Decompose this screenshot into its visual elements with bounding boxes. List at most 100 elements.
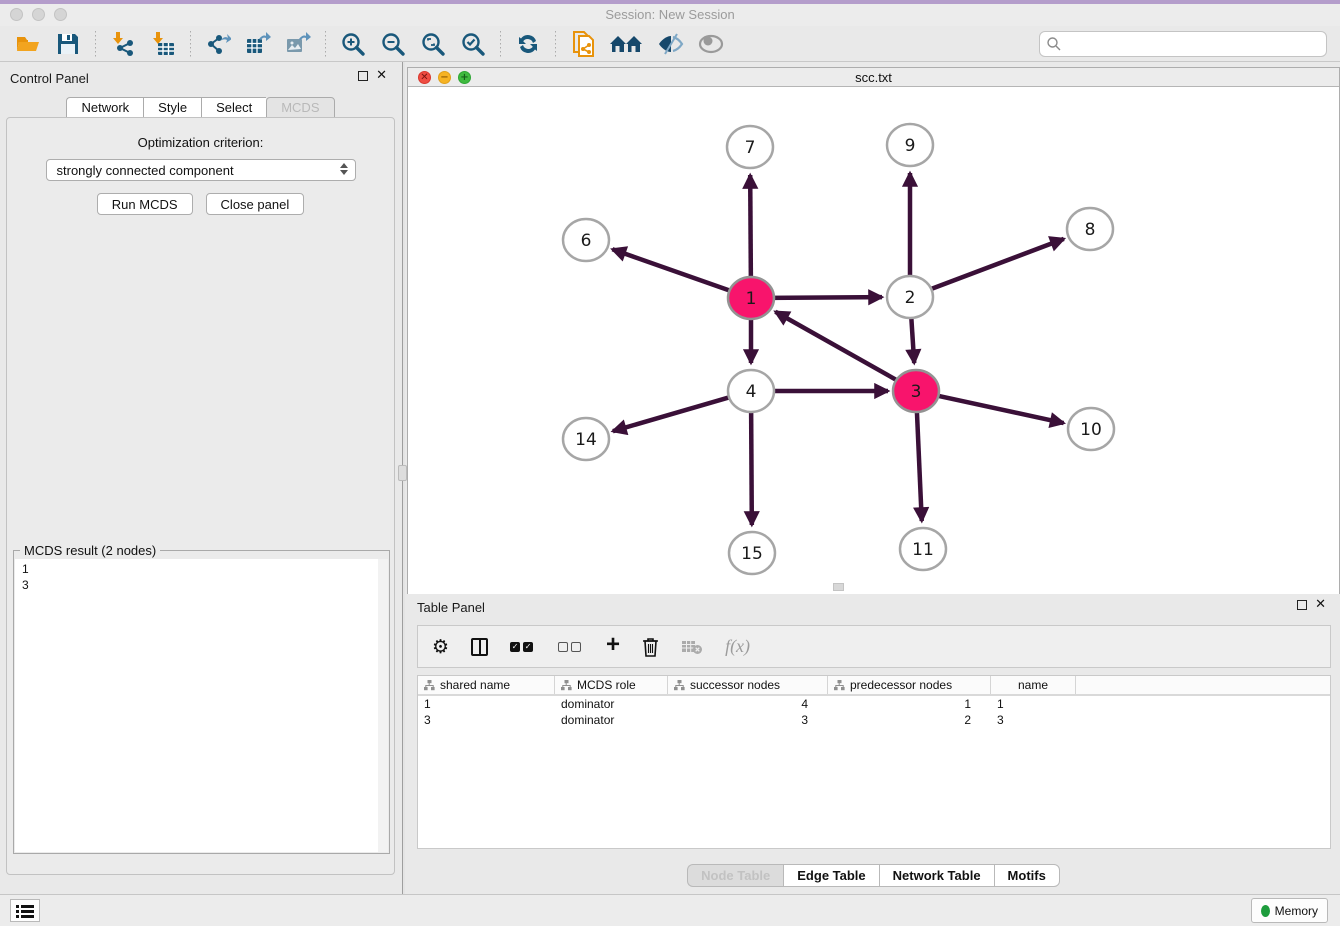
toolbar-separator [555,31,556,57]
table-panel-title: Table Panel [417,600,485,615]
delete-column-icon[interactable] [642,637,659,657]
tab-mcds[interactable]: MCDS [266,97,334,118]
node-table[interactable]: shared name MCDS role successor nodes pr… [417,675,1331,849]
select-stepper-icon [340,163,348,175]
mcds-result-title: MCDS result (2 nodes) [20,543,160,558]
zoom-out-icon[interactable] [378,30,408,58]
column-type-icon [834,680,845,691]
open-session-icon[interactable] [13,30,43,58]
zoom-in-icon[interactable] [338,30,368,58]
result-scrollbar[interactable] [378,559,388,852]
add-column-icon[interactable]: + [606,631,620,659]
tab-node-table[interactable]: Node Table [687,864,783,887]
column-type-icon [424,680,435,691]
graph-node-label: 14 [575,430,597,450]
table-panel: Table Panel ✕ ⚙ ✓✓ + f(x) shared name [407,594,1340,894]
graph-node-label: 4 [746,382,757,402]
graph-edge-3-11[interactable] [917,410,922,521]
graph-node-label: 9 [905,136,916,156]
graph-node-label: 1 [746,289,757,309]
table-header-row: shared name MCDS role successor nodes pr… [418,676,1330,696]
mcds-result-text[interactable]: 1 3 [15,559,378,852]
hide-selected-eye-icon[interactable] [656,30,686,58]
zoom-selected-icon[interactable] [458,30,488,58]
criterion-value: strongly connected component [47,163,234,178]
show-columns-icon[interactable] [471,638,488,656]
mcds-panel: Optimization criterion: strongly connect… [6,117,395,875]
network-table-splitter-handle[interactable] [833,583,844,591]
graph-edge-2-3[interactable] [911,316,914,363]
graph-node-label: 15 [741,544,763,564]
search-box[interactable] [1039,31,1327,57]
select-all-icon[interactable]: ✓✓ [510,642,536,652]
home-layout-icon[interactable] [608,30,646,58]
criterion-select[interactable]: strongly connected component [46,159,356,181]
export-table-icon[interactable] [243,30,273,58]
network-graph[interactable]: 7968124314101511 [408,87,1339,589]
mcds-result-group: MCDS result (2 nodes) 1 3 [13,550,390,854]
table-toolbar: ⚙ ✓✓ + f(x) [417,625,1331,668]
close-panel-icon[interactable]: ✕ [1315,600,1326,610]
column-header[interactable]: name [991,676,1076,694]
graph-edge-1-2[interactable] [770,297,882,298]
tab-style[interactable]: Style [143,97,201,118]
export-network-icon[interactable] [203,30,233,58]
graph-node-label: 2 [905,288,916,308]
search-input[interactable] [1062,37,1312,52]
delete-table-icon[interactable] [681,639,703,655]
column-header[interactable]: successor nodes [668,676,828,694]
float-panel-icon[interactable] [358,71,368,81]
window-title: Session: New Session [0,7,1340,22]
zoom-fit-icon[interactable] [418,30,448,58]
float-panel-icon[interactable] [1297,600,1307,610]
column-header[interactable]: shared name [418,676,555,694]
graph-edge-3-1[interactable] [775,312,899,382]
graph-node-label: 11 [912,540,934,560]
table-tabs: Node Table Edge Table Network Table Moti… [407,864,1340,887]
tab-network-table[interactable]: Network Table [879,864,994,887]
graph-edge-2-8[interactable] [928,239,1064,290]
graph-edge-4-14[interactable] [613,396,733,431]
control-panel-title: Control Panel [10,71,89,86]
export-image-icon[interactable] [283,30,313,58]
function-builder-icon[interactable]: f(x) [725,636,750,657]
import-network-icon[interactable] [108,30,138,58]
network-window-titlebar[interactable]: ✕ − + scc.txt [408,68,1339,87]
show-all-eye-icon[interactable] [696,30,726,58]
import-table-icon[interactable] [148,30,178,58]
table-row[interactable]: 1 dominator 4 1 1 [418,696,1330,712]
control-panel: Control Panel ✕ Network Style Select MCD… [0,62,401,894]
list-icon [16,904,34,918]
tab-select[interactable]: Select [201,97,266,118]
status-bar: Memory [0,894,1340,926]
column-header[interactable]: predecessor nodes [828,676,991,694]
tab-network[interactable]: Network [66,97,143,118]
deselect-all-icon[interactable] [558,642,584,652]
close-panel-icon[interactable]: ✕ [376,71,387,81]
task-history-button[interactable] [10,899,40,922]
toolbar-separator [95,31,96,57]
network-window-title: scc.txt [408,70,1339,85]
tab-edge-table[interactable]: Edge Table [783,864,878,887]
tab-motifs[interactable]: Motifs [994,864,1060,887]
column-type-icon [561,680,572,691]
close-panel-button[interactable]: Close panel [206,193,305,215]
graph-edge-1-7[interactable] [750,175,751,279]
table-settings-gear-icon[interactable]: ⚙ [432,636,449,658]
memory-button[interactable]: Memory [1251,898,1328,923]
panel-divider-handle[interactable] [398,465,407,481]
graph-edge-3-10[interactable] [935,395,1064,423]
graph-edge-4-15[interactable] [751,410,752,525]
toolbar-separator [325,31,326,57]
column-type-icon [674,680,685,691]
refresh-layout-icon[interactable] [513,30,543,58]
graph-edge-1-6[interactable] [612,249,733,291]
save-session-icon[interactable] [53,30,83,58]
run-mcds-button[interactable]: Run MCDS [97,193,193,215]
graph-node-label: 10 [1080,420,1102,440]
table-row[interactable]: 3 dominator 3 2 3 [418,712,1330,728]
network-canvas[interactable]: 7968124314101511 [408,87,1339,650]
control-panel-tabs: Network Style Select MCDS [0,97,401,118]
duplicate-network-icon[interactable] [568,30,598,58]
column-header[interactable]: MCDS role [555,676,668,694]
